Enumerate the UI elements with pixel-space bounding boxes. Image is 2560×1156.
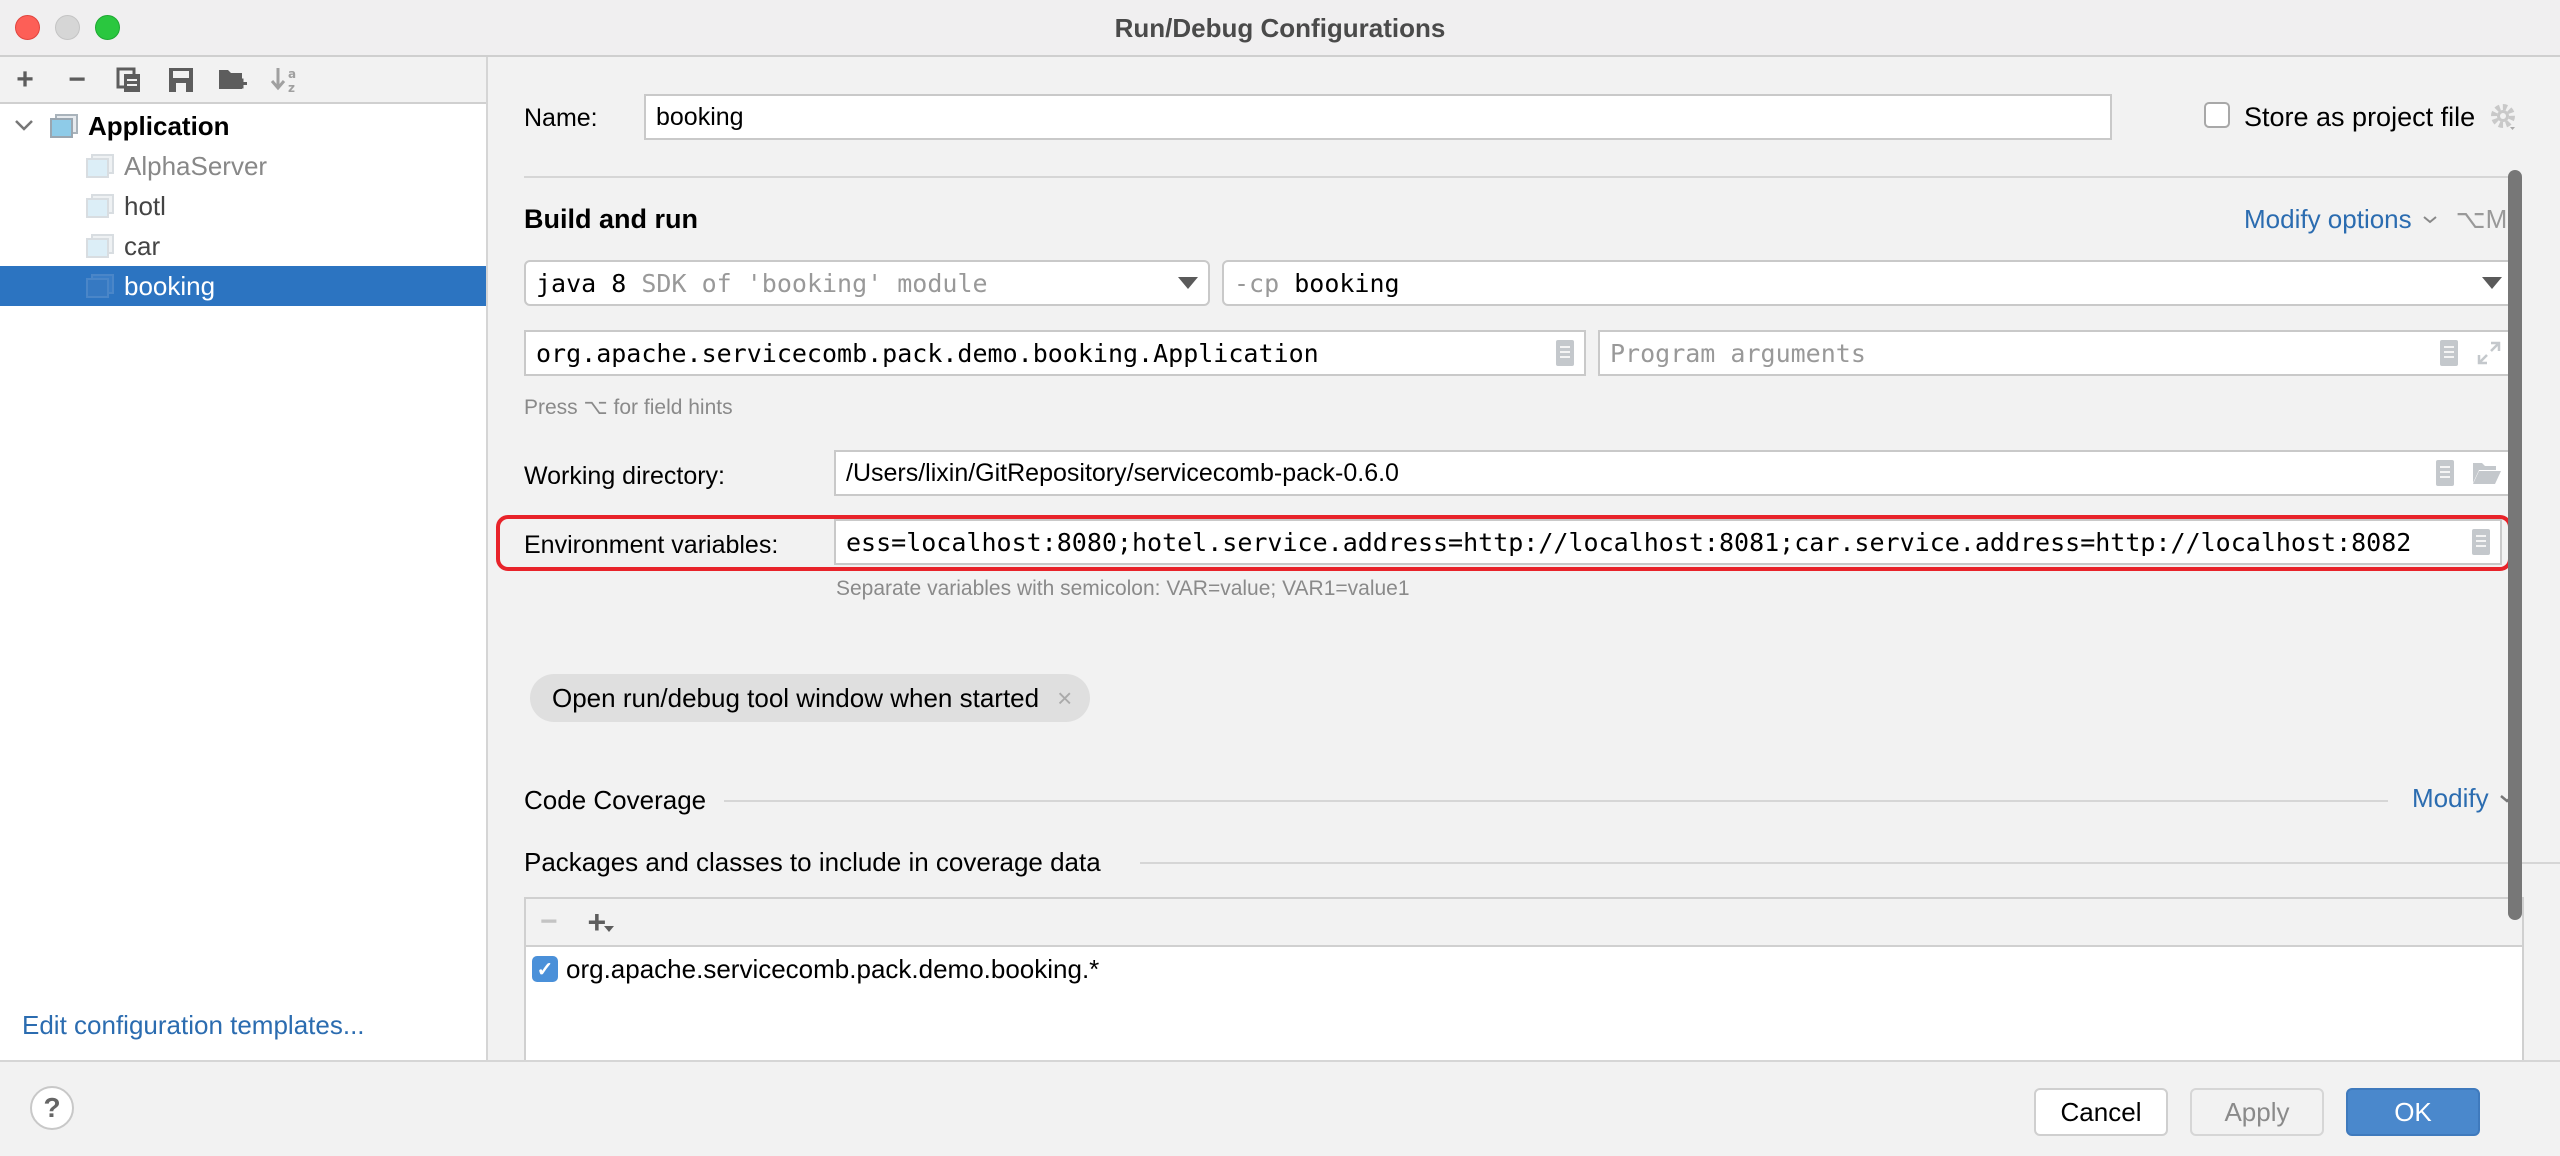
- working-directory-input[interactable]: /Users/lixin/GitRepository/servicecomb-p…: [834, 450, 2514, 496]
- environment-variables-input[interactable]: ess=localhost:8080;hotel.service.address…: [834, 519, 2502, 565]
- help-button[interactable]: ?: [30, 1086, 74, 1130]
- close-icon[interactable]: ×: [1057, 683, 1072, 714]
- main-class-value: org.apache.servicecomb.pack.demo.booking…: [536, 338, 1319, 368]
- name-input[interactable]: booking: [644, 94, 2112, 140]
- copy-icon[interactable]: [114, 65, 144, 95]
- ok-button[interactable]: OK: [2346, 1088, 2480, 1136]
- environment-variables-label: Environment variables:: [524, 531, 779, 559]
- add-pattern-icon[interactable]: +: [588, 904, 614, 941]
- tree-item-label: AlphaServer: [124, 150, 268, 181]
- classpath-value: booking: [1294, 268, 1400, 298]
- tree-item-car[interactable]: car: [0, 226, 486, 266]
- name-label: Name:: [524, 104, 598, 132]
- jdk-detail: SDK of 'booking' module: [641, 268, 988, 298]
- store-as-project-file-checkbox[interactable]: [2204, 102, 2230, 128]
- cancel-button[interactable]: Cancel: [2034, 1088, 2168, 1136]
- chevron-down-icon: [2423, 215, 2437, 223]
- configuration-editor: Name: booking Store as project file Buil…: [490, 57, 2560, 1067]
- tree-group-application[interactable]: Application: [0, 106, 486, 146]
- tree-item-label: car: [124, 230, 161, 261]
- application-config-icon: [86, 274, 114, 298]
- divider: [524, 176, 2514, 178]
- new-folder-icon[interactable]: [218, 65, 248, 95]
- program-arguments-placeholder: Program arguments: [1610, 338, 1866, 368]
- remove-pattern-icon[interactable]: −: [540, 905, 558, 939]
- option-chip-label: Open run/debug tool window when started: [552, 682, 1040, 713]
- working-directory-label: Working directory:: [524, 462, 725, 490]
- modify-options-label: Modify options: [2244, 204, 2412, 234]
- browse-class-icon[interactable]: [1556, 340, 1574, 366]
- coverage-pattern-checkbox[interactable]: ✓: [532, 956, 558, 982]
- application-config-icon: [50, 114, 78, 138]
- code-coverage-heading: Code Coverage: [524, 785, 707, 815]
- edit-configuration-templates-link[interactable]: Edit configuration templates...: [22, 1010, 365, 1041]
- packages-heading: Packages and classes to include in cover…: [524, 847, 1101, 877]
- insert-macro-icon[interactable]: [2436, 460, 2454, 486]
- coverage-table-toolbar: − +: [526, 899, 2522, 947]
- tree-item-hotl[interactable]: hotl: [0, 186, 486, 226]
- modify-options-shortcut: ⌥M: [2455, 204, 2508, 234]
- classpath-dropdown[interactable]: -cp booking: [1222, 260, 2514, 306]
- build-and-run-heading: Build and run: [524, 204, 698, 234]
- name-value: booking: [656, 102, 744, 131]
- window-title: Run/Debug Configurations: [1114, 13, 1446, 43]
- remove-icon[interactable]: −: [62, 63, 92, 96]
- application-config-icon: [86, 154, 114, 178]
- field-hints-text: Press ⌥ for field hints: [524, 396, 733, 419]
- coverage-patterns-table: − + ✓ org.apache.servicecomb.pack.demo.b…: [524, 897, 2524, 1067]
- jdk-value: java 8: [536, 268, 627, 298]
- save-icon[interactable]: [166, 65, 196, 95]
- tree-item-label: booking: [124, 270, 216, 301]
- coverage-pattern-row[interactable]: ✓ org.apache.servicecomb.pack.demo.booki…: [526, 947, 2522, 991]
- sort-alpha-icon[interactable]: az: [270, 65, 300, 95]
- store-as-project-file-label: Store as project file: [2244, 102, 2476, 132]
- sidebar-toolbar: + − az: [0, 57, 486, 104]
- modify-options-button[interactable]: Modify options ⌥M: [2244, 204, 2507, 235]
- folder-open-icon[interactable]: [2472, 461, 2502, 485]
- dropdown-caret-icon: [2482, 277, 2502, 289]
- apply-button[interactable]: Apply: [2190, 1088, 2324, 1136]
- expand-icon[interactable]: [2476, 340, 2502, 366]
- classpath-prefix: -cp: [1234, 268, 1280, 298]
- gear-icon[interactable]: [2488, 101, 2520, 138]
- dialog-footer: ? Cancel Apply OK: [0, 1060, 2560, 1156]
- dropdown-caret-icon: [1178, 277, 1198, 289]
- tree-item-label: hotl: [124, 190, 166, 221]
- add-icon[interactable]: +: [10, 63, 40, 96]
- environment-variables-value: ess=localhost:8080;hotel.service.address…: [846, 527, 2412, 557]
- application-config-icon: [86, 234, 114, 258]
- main-class-input[interactable]: org.apache.servicecomb.pack.demo.booking…: [524, 330, 1586, 376]
- jdk-dropdown[interactable]: java 8 SDK of 'booking' module: [524, 260, 1210, 306]
- environment-variables-helper: Separate variables with semicolon: VAR=v…: [836, 577, 1410, 600]
- working-directory-value: /Users/lixin/GitRepository/servicecomb-p…: [846, 458, 1399, 487]
- application-config-icon: [86, 194, 114, 218]
- title-bar: Run/Debug Configurations: [0, 0, 2560, 57]
- program-arguments-input[interactable]: Program arguments: [1598, 330, 2514, 376]
- coverage-pattern-value: org.apache.servicecomb.pack.demo.booking…: [566, 953, 1100, 984]
- code-coverage-modify-button[interactable]: Modify: [2412, 783, 2515, 814]
- divider: [724, 800, 2388, 802]
- configurations-sidebar: + − az Application AlphaServer hotl car: [0, 57, 488, 1060]
- tree-item-alphaserver[interactable]: AlphaServer: [0, 146, 486, 186]
- edit-environment-variables-icon[interactable]: [2472, 529, 2490, 555]
- modify-label: Modify: [2412, 783, 2489, 813]
- tree-item-booking[interactable]: booking: [0, 266, 486, 306]
- svg-text:a: a: [288, 67, 296, 81]
- vertical-scrollbar[interactable]: [2508, 170, 2522, 920]
- tree-group-label: Application: [88, 110, 230, 141]
- divider: [1140, 862, 2560, 864]
- insert-macro-icon[interactable]: [2440, 340, 2458, 366]
- open-tool-window-option-chip[interactable]: Open run/debug tool window when started …: [530, 674, 1091, 722]
- svg-text:z: z: [288, 81, 295, 94]
- chevron-down-icon[interactable]: [0, 113, 50, 139]
